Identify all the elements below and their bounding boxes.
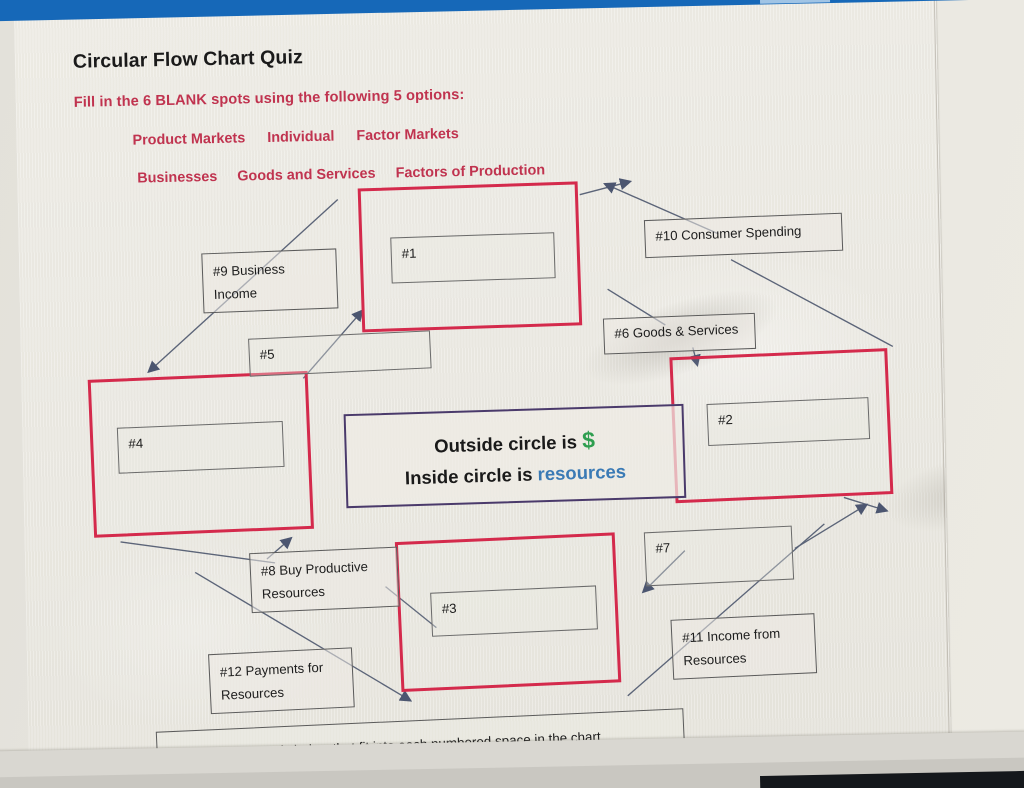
label-box-11-line2: Resources bbox=[683, 650, 747, 669]
label-box-8-line2: Resources bbox=[261, 583, 326, 602]
blank-slot-4-label: #4 bbox=[128, 435, 144, 452]
legend-outside-text: Outside circle is bbox=[433, 430, 583, 457]
blank-slot-1-label: #1 bbox=[401, 245, 417, 262]
blank-slot-2[interactable]: #2 bbox=[706, 397, 871, 446]
legend-resources-word: resources bbox=[537, 460, 627, 484]
blank-slot-2-label: #2 bbox=[717, 411, 734, 428]
circular-flow-diagram: #1 #9 Business Income #5 #10 Consumer Sp… bbox=[14, 0, 951, 776]
worksheet-page: Circular Flow Chart Quiz Fill in the 6 B… bbox=[14, 0, 952, 776]
label-box-12: #12 Payments for Resources bbox=[208, 647, 355, 715]
blank-slot-3-label: #3 bbox=[441, 600, 457, 617]
label-box-9-line2: Income bbox=[213, 285, 258, 303]
blank-slot-5-label: #5 bbox=[259, 346, 275, 363]
dollar-icon: $ bbox=[581, 426, 596, 453]
blank-slot-7[interactable]: #7 bbox=[643, 525, 795, 587]
blank-slot-4[interactable]: #4 bbox=[116, 420, 285, 474]
screenshot-root: Circular Flow Chart Quiz Fill in the 6 B… bbox=[0, 0, 1024, 788]
label-box-10: #10 Consumer Spending bbox=[643, 212, 844, 259]
blank-slot-7-label: #7 bbox=[655, 540, 671, 556]
label-box-9: #9 Business Income bbox=[201, 248, 339, 314]
label-box-12-line2: Resources bbox=[220, 684, 285, 703]
label-box-6: #6 Goods & Services bbox=[602, 312, 757, 355]
center-legend-callout: Outside circle is $ Inside circle is res… bbox=[343, 403, 687, 509]
blank-slot-5[interactable]: #5 bbox=[248, 330, 432, 377]
label-box-11: #11 Income from Resources bbox=[670, 613, 818, 680]
label-box-6-line1: #6 Goods & Services bbox=[614, 321, 739, 342]
label-box-8: #8 Buy Productive Resources bbox=[249, 546, 400, 614]
blank-slot-3[interactable]: #3 bbox=[430, 585, 598, 637]
blank-slot-1[interactable]: #1 bbox=[390, 232, 556, 284]
legend-inside-text: Inside circle is bbox=[404, 462, 538, 489]
label-box-10-line1: #10 Consumer Spending bbox=[655, 223, 802, 244]
